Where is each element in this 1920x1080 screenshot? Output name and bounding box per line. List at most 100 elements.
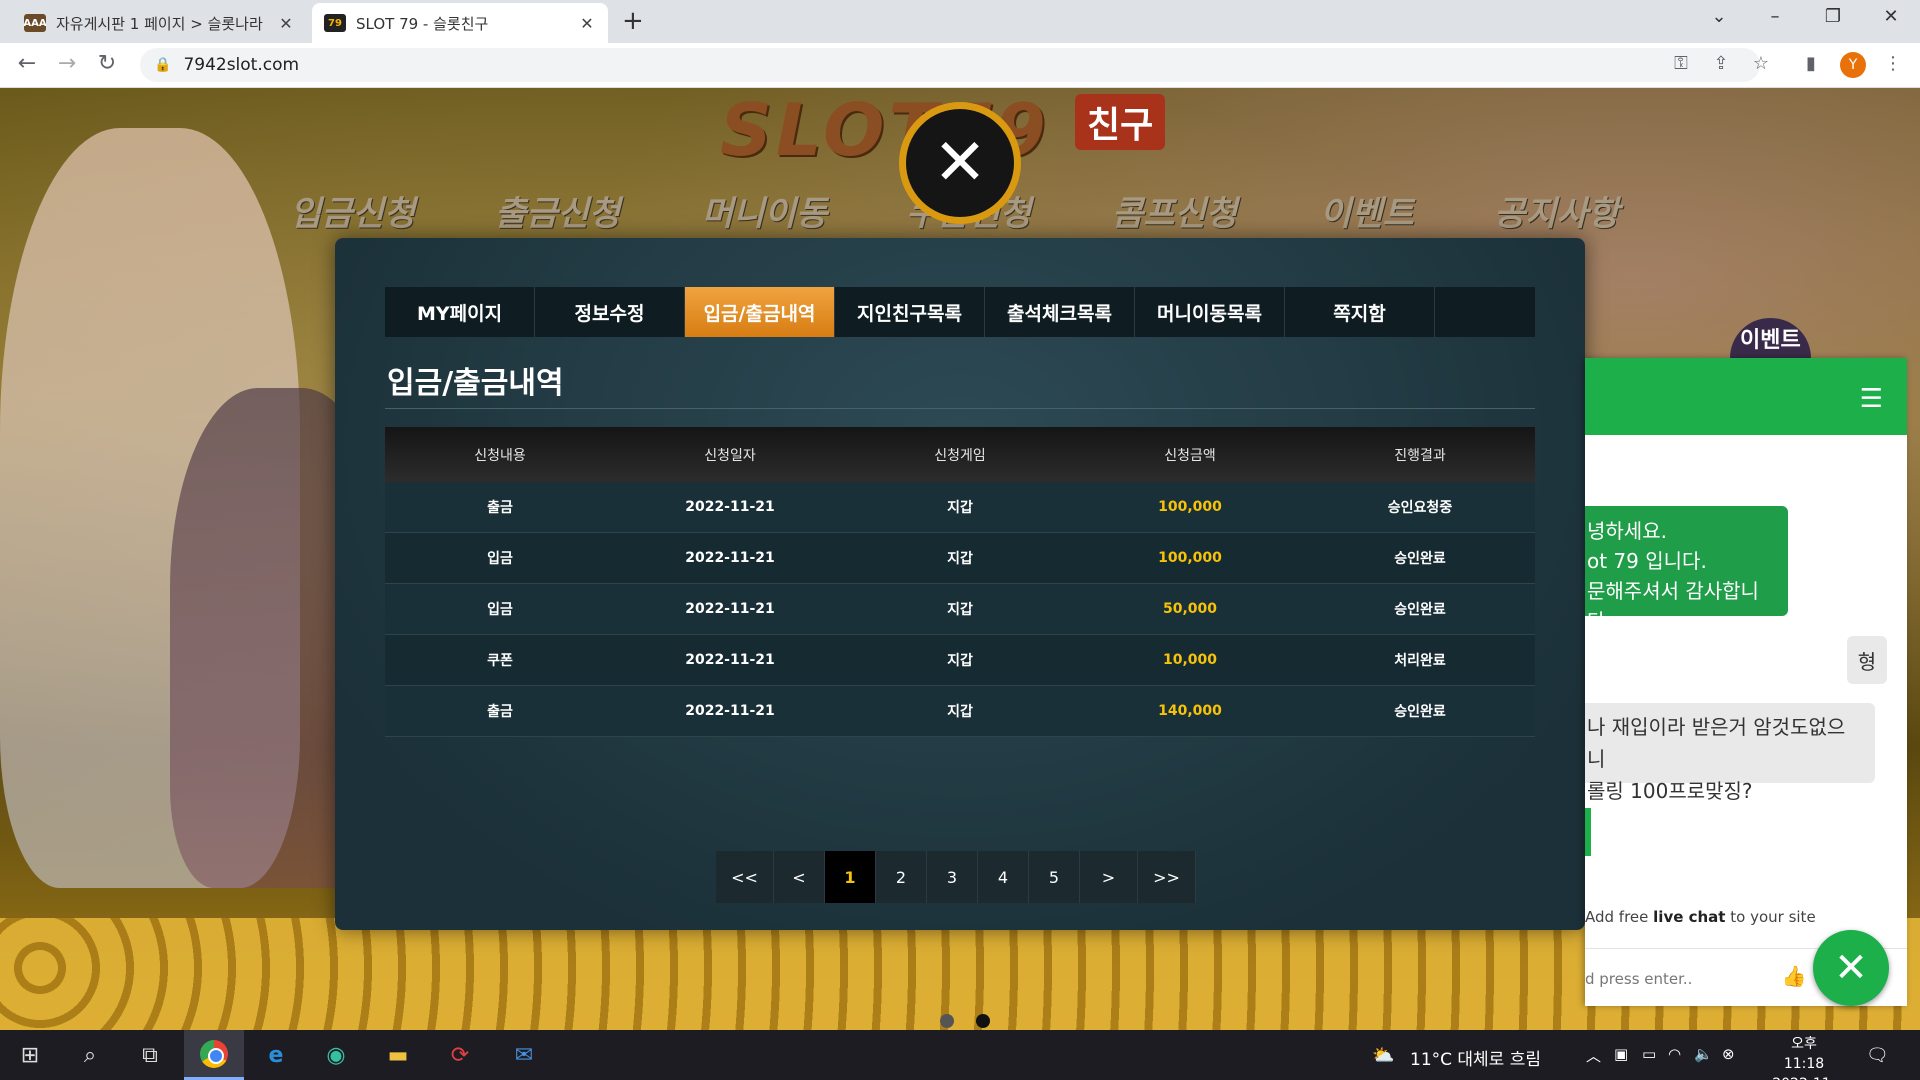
tab-deposit-withdraw-history[interactable]: 입금/출금내역 [685,287,835,337]
game-cell: 지갑 [947,602,973,618]
reload-icon[interactable]: ↻ [92,51,122,76]
type-cell: 쿠폰 [487,653,513,669]
thumbs-up-icon[interactable]: 👍 [1780,964,1808,988]
account-modal: MY페이지 정보수정 입금/출금내역 지인친구목록 출석체크목록 머니이동목록 … [335,238,1585,930]
share-icon[interactable]: ⇪ [1708,53,1734,74]
bookmark-star-icon[interactable]: ☆ [1748,53,1774,74]
browser-tab-inactive[interactable]: AAA 자유게시판 1 페이지 > 슬롯나라 ✕ [12,3,307,43]
edge-icon[interactable]: ◉ [306,1030,366,1080]
event-badge[interactable]: 이벤트 [1730,318,1811,358]
key-icon[interactable]: ⚿ [1668,53,1694,74]
game-cell: 지갑 [947,500,973,516]
tray-display-icon[interactable]: ▭ [1642,1045,1656,1063]
column-header: 신청일자 [704,447,756,464]
nav-comp[interactable]: 콤프신청 [1112,186,1237,235]
status-cell: 처리완료 [1394,653,1446,669]
date-cell: 2022-11-21 [685,652,775,668]
nav-money-transfer[interactable]: 머니이동 [702,186,827,235]
volume-icon[interactable]: 🔈 [1694,1045,1713,1063]
tray-expand-icon[interactable]: ︿ [1586,1045,1601,1066]
profile-avatar[interactable]: Y [1840,52,1866,78]
history-table: 신청내용 신청일자 신청게임 신청금액 진행결과 출금 2022-11-21 지… [385,427,1535,737]
tab-my-page[interactable]: MY페이지 [385,287,535,337]
clock-time: 오후 11:18 [1783,1036,1825,1072]
tab-messages[interactable]: 쪽지함 [1285,287,1435,337]
lock-icon[interactable]: 🔒 [154,57,171,73]
restore-icon[interactable]: ❐ [1810,6,1856,27]
amount-cell: 140,000 [1158,703,1222,719]
prev-page-button[interactable]: < [774,851,825,903]
task-view-icon[interactable]: ⧉ [120,1030,180,1080]
tab-edit-info[interactable]: 정보수정 [535,287,685,337]
menu-kebab-icon[interactable]: ⋮ [1880,53,1906,74]
table-row: 출금 2022-11-21 지갑 140,000 승인완료 [385,686,1535,737]
weather-icon[interactable]: ⛅ [1372,1045,1394,1066]
carousel-dot[interactable] [940,1014,954,1028]
internet-explorer-icon[interactable]: e [246,1030,306,1080]
browser-tab-active[interactable]: 79 SLOT 79 - 슬롯친구 ✕ [312,3,608,43]
page-button[interactable]: 4 [978,851,1029,903]
wifi-icon[interactable]: ◠ [1668,1045,1681,1063]
tray-app-icon[interactable]: ▣ [1614,1045,1628,1063]
forward-icon[interactable]: → [52,51,82,76]
chat-message-input[interactable]: d press enter.. [1585,970,1692,988]
next-page-button[interactable]: > [1080,851,1138,903]
column-header: 신청게임 [934,447,986,464]
page-button[interactable]: 3 [927,851,978,903]
modal-tab-bar: MY페이지 정보수정 입금/출금내역 지인친구목록 출석체크목록 머니이동목록 … [385,287,1535,337]
new-tab-icon[interactable]: + [622,6,644,36]
promo-bold: live chat [1653,908,1726,926]
clock-date: 2022-11-21 [1769,1074,1839,1080]
chat-toggle-close-icon[interactable]: ✕ [1813,930,1889,1006]
pagination: << < 1 2 3 4 5 > >> [716,851,1196,903]
first-page-button[interactable]: << [716,851,774,903]
column-header: 진행결과 [1394,447,1446,464]
chrome-icon[interactable] [184,1030,244,1080]
nav-notice[interactable]: 공지사항 [1494,186,1619,235]
weather-text[interactable]: 11°C 대체로 흐림 [1410,1045,1541,1070]
modal-close-icon[interactable]: ✕ [899,102,1021,224]
windows-start-icon[interactable]: ⊞ [0,1030,60,1080]
date-cell: 2022-11-21 [685,601,775,617]
tab-close-icon[interactable]: ✕ [277,14,295,33]
column-header: 신청금액 [1164,447,1216,464]
tab-friends-list[interactable]: 지인친구목록 [835,287,985,337]
promo-text: Add free [1585,908,1654,926]
amount-cell: 10,000 [1162,652,1218,668]
table-row: 쿠폰 2022-11-21 지갑 10,000 처리완료 [385,635,1535,686]
back-icon[interactable]: ← [12,51,42,76]
chat-line: ot 79 입니다. [1587,549,1707,573]
tab-attendance-list[interactable]: 출석체크목록 [985,287,1135,337]
notifications-icon[interactable]: 🗨 [1866,1045,1889,1066]
system-clock[interactable]: 오후 11:18 2022-11-21 [1769,1034,1839,1080]
site-logo-badge: 친구 [1075,94,1166,150]
page-button[interactable]: 5 [1029,851,1080,903]
tab-title: SLOT 79 - 슬롯친구 [356,14,489,33]
minimize-icon[interactable]: – [1752,6,1798,27]
side-panel-icon[interactable]: ▮ [1798,53,1824,74]
address-bar[interactable]: 🔒 7942slot.com [140,48,1760,82]
mail-icon[interactable]: ✉ [494,1030,554,1080]
table-header-row: 신청내용 신청일자 신청게임 신청금액 진행결과 [385,427,1535,482]
date-cell: 2022-11-21 [685,550,775,566]
table-row: 입금 2022-11-21 지갑 100,000 승인완료 [385,533,1535,584]
hamburger-menu-icon[interactable]: ☰ [1860,384,1883,414]
nav-deposit[interactable]: 입금신청 [290,186,415,235]
sync-app-icon[interactable]: ⟳ [430,1030,490,1080]
file-explorer-icon[interactable]: ▬ [368,1030,428,1080]
nav-event[interactable]: 이벤트 [1320,186,1414,235]
window-close-icon[interactable]: ✕ [1868,6,1914,27]
chat-promo-link[interactable]: Add free live chat to your site [1585,908,1816,926]
nav-withdraw[interactable]: 출금신청 [495,186,620,235]
carousel-dot-active[interactable] [976,1014,990,1028]
tab-search-icon[interactable]: ⌄ [1696,6,1742,27]
type-cell: 입금 [487,602,513,618]
mute-icon[interactable]: ⊗ [1722,1045,1735,1063]
tab-money-transfer-list[interactable]: 머니이동목록 [1135,287,1285,337]
tab-close-icon[interactable]: ✕ [578,14,596,33]
last-page-button[interactable]: >> [1138,851,1196,903]
search-icon[interactable]: ⌕ [60,1030,120,1080]
date-cell: 2022-11-21 [685,703,775,719]
page-button[interactable]: 2 [876,851,927,903]
page-button-current[interactable]: 1 [825,851,876,903]
